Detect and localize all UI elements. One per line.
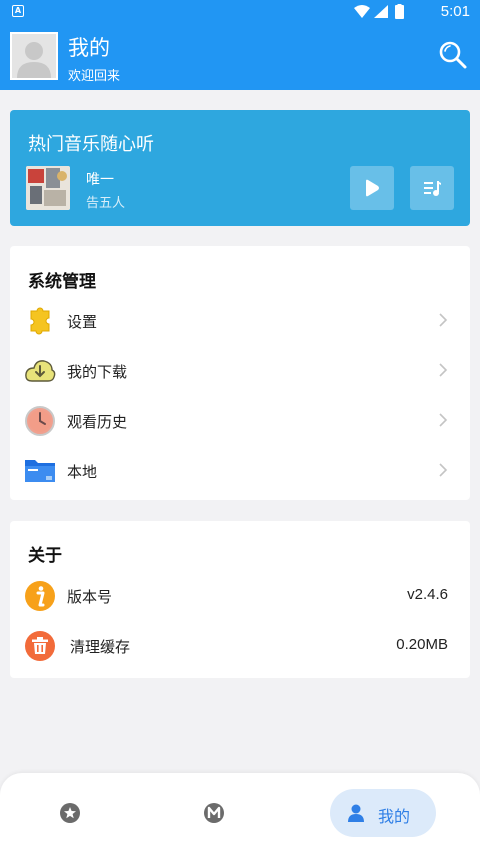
song-title: 唯一 [86,172,114,188]
menu-item-my-downloads[interactable]: 我的下载 [10,346,470,394]
menu-item-label: 版本号 [67,588,113,606]
bottom-navigation: 我的 [0,773,480,853]
play-icon [366,179,379,197]
chevron-right-icon [439,363,448,377]
search-icon[interactable] [438,40,468,70]
menu-item-watch-history[interactable]: 观看历史 [10,396,470,444]
chevron-right-icon [439,413,448,427]
wifi-signal-battery-icons [354,4,404,19]
menu-item-clear-cache[interactable]: 清理缓存 0.20MB [10,621,470,669]
album-cover-image [26,166,70,210]
playlist-button[interactable] [410,166,454,210]
nav-item-home[interactable] [58,801,82,825]
music-card-title: 热门音乐随心听 [28,134,154,155]
cache-size-value: 0.20MB [396,636,448,653]
version-value: v2.4.6 [407,586,448,603]
cloud-download-icon [25,360,56,382]
notification-a-icon: A [12,5,24,17]
album-cover[interactable] [26,166,70,210]
status-icons [354,4,414,24]
about-section-title: 关于 [28,546,62,566]
user-icon [348,804,364,822]
hot-music-card[interactable]: 热门音乐随心听 唯一 告五人 [10,110,470,226]
default-avatar-icon [12,34,56,78]
menu-item-label: 观看历史 [67,413,128,431]
menu-item-version[interactable]: 版本号 v2.4.6 [10,571,470,619]
menu-item-label: 清理缓存 [70,638,131,656]
menu-item-local[interactable]: 本地 [10,446,470,494]
playlist-music-icon [424,181,441,196]
menu-item-label: 本地 [67,463,98,481]
status-time: 5:01 [440,3,470,20]
nav-item-mine-label: 我的 [378,807,411,826]
song-artist: 告五人 [86,196,126,211]
menu-item-settings[interactable]: 设置 [10,296,470,344]
menu-item-label: 设置 [67,313,98,331]
profile-header: 我的 欢迎回来 [0,24,480,90]
trash-icon [25,631,55,661]
folder-icon [25,460,55,482]
welcome-subtitle: 欢迎回来 [68,69,121,84]
play-button[interactable] [350,166,394,210]
chevron-right-icon [439,313,448,327]
info-icon [25,581,55,611]
chevron-right-icon [439,463,448,477]
page-title: 我的 [68,36,110,60]
puzzle-gear-icon [30,307,50,335]
system-management-card: 系统管理 设置 我的下载 观看历史 本地 [10,246,470,500]
menu-item-label: 我的下载 [67,363,128,381]
m-badge-icon [204,803,224,823]
nav-item-music[interactable] [202,801,226,825]
system-section-title: 系统管理 [28,272,96,292]
avatar[interactable] [10,32,58,80]
clock-icon [25,406,55,436]
nav-item-mine[interactable]: 我的 [330,789,436,837]
about-card: 关于 版本号 v2.4.6 清理缓存 0.20MB [10,521,470,678]
status-bar: A 5:01 [0,0,480,24]
star-badge-icon [60,803,80,823]
